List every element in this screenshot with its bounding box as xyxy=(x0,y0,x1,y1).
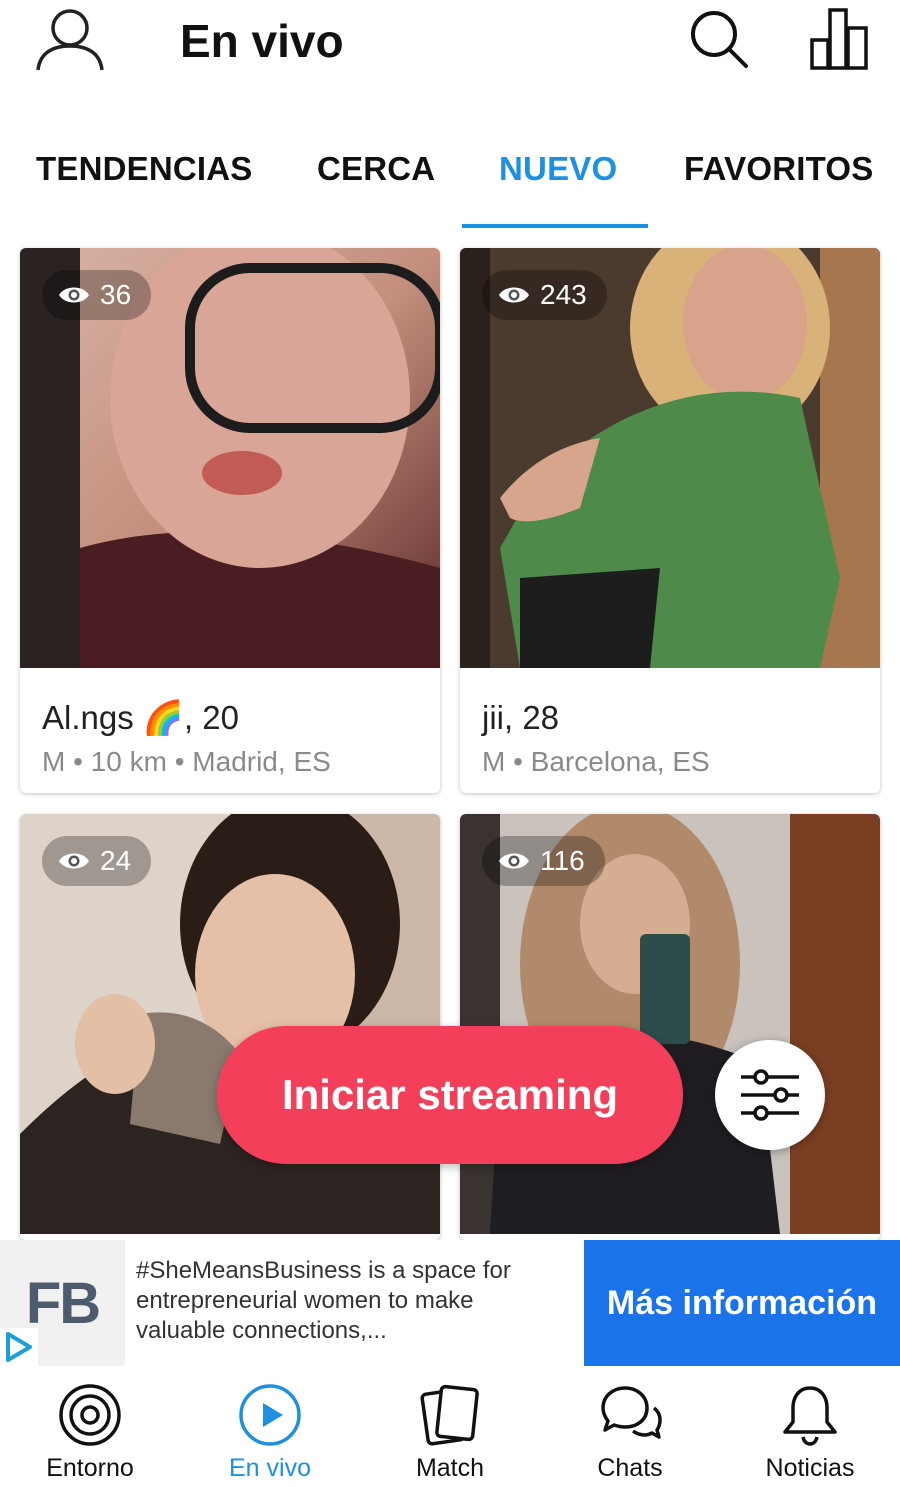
ad-banner[interactable]: FB #SheMeansBusiness is a space for entr… xyxy=(0,1240,900,1366)
ad-text: #SheMeansBusiness is a space for entrepr… xyxy=(136,1257,511,1344)
adchoices-icon[interactable] xyxy=(0,1328,38,1366)
start-streaming-button[interactable]: Iniciar streaming xyxy=(217,1026,683,1164)
streamer-meta: M • Barcelona, ES xyxy=(482,746,710,777)
leaderboard-icon[interactable] xyxy=(808,6,870,70)
streamer-meta: M • 10 km • Madrid, ES xyxy=(42,746,331,777)
nav-entorno[interactable]: Entorno xyxy=(0,1366,180,1487)
streamer-name: Al.ngs 🌈, 20 xyxy=(42,699,240,736)
eye-icon xyxy=(59,853,89,869)
chat-bubbles-icon xyxy=(601,1386,662,1439)
sliders-icon xyxy=(741,1069,799,1121)
nav-label: Entorno xyxy=(46,1454,134,1482)
cards-icon xyxy=(420,1384,479,1446)
viewer-count: 116 xyxy=(540,845,585,876)
filter-button[interactable] xyxy=(715,1040,825,1150)
tab-cerca[interactable]: CERCA xyxy=(317,150,435,188)
nav-match[interactable]: Match xyxy=(360,1366,540,1487)
viewer-count: 24 xyxy=(100,845,132,876)
radar-icon xyxy=(59,1384,121,1446)
nav-chats[interactable]: Chats xyxy=(540,1366,720,1487)
streamer-name: jii, 28 xyxy=(482,699,560,736)
eye-icon xyxy=(499,853,529,869)
eye-icon xyxy=(59,287,89,303)
nav-label: Chats xyxy=(597,1454,663,1482)
viewer-count-badge: 36 xyxy=(42,270,152,320)
tab-favoritos[interactable]: FAVORITOS xyxy=(684,150,873,188)
nav-en-vivo[interactable]: En vivo xyxy=(180,1366,360,1487)
tab-tendencias[interactable]: TENDENCIAS xyxy=(36,150,253,188)
play-icon xyxy=(239,1384,301,1446)
viewer-count: 36 xyxy=(100,279,132,310)
profile-icon[interactable] xyxy=(34,6,106,72)
active-tab-indicator xyxy=(462,224,648,228)
viewer-count-badge: 116 xyxy=(482,836,605,886)
viewer-count: 243 xyxy=(540,279,587,310)
bell-icon xyxy=(783,1386,837,1446)
nav-label: Match xyxy=(415,1454,485,1482)
nav-label: Noticias xyxy=(765,1454,855,1482)
nav-noticias[interactable]: Noticias xyxy=(720,1366,900,1487)
stream-card[interactable]: 243 jii, 28 M • Barcelona, ES xyxy=(460,248,880,793)
bottom-navigation: Entorno En vivo Match Chats Noticias xyxy=(0,1366,900,1487)
card-info: Al.ngs 🌈, 20 M • 10 km • Madrid, ES xyxy=(20,668,440,793)
eye-icon xyxy=(499,287,529,303)
top-bar: En vivo xyxy=(0,0,900,100)
category-tabs: TENDENCIAS CERCA NUEVO FAVORITOS xyxy=(0,140,900,230)
search-icon[interactable] xyxy=(688,8,750,70)
nav-label: En vivo xyxy=(229,1454,311,1482)
card-info: jii, 28 M • Barcelona, ES xyxy=(460,668,880,793)
ad-more-info-button[interactable]: Más información xyxy=(584,1240,900,1366)
viewer-count-badge: 243 xyxy=(482,270,607,320)
stream-card[interactable]: 36 Al.ngs 🌈, 20 M • 10 km • Madrid, ES xyxy=(20,248,440,793)
page-title: En vivo xyxy=(180,15,344,67)
tab-nuevo[interactable]: NUEVO xyxy=(499,150,617,188)
viewer-count-badge: 24 xyxy=(42,836,152,886)
